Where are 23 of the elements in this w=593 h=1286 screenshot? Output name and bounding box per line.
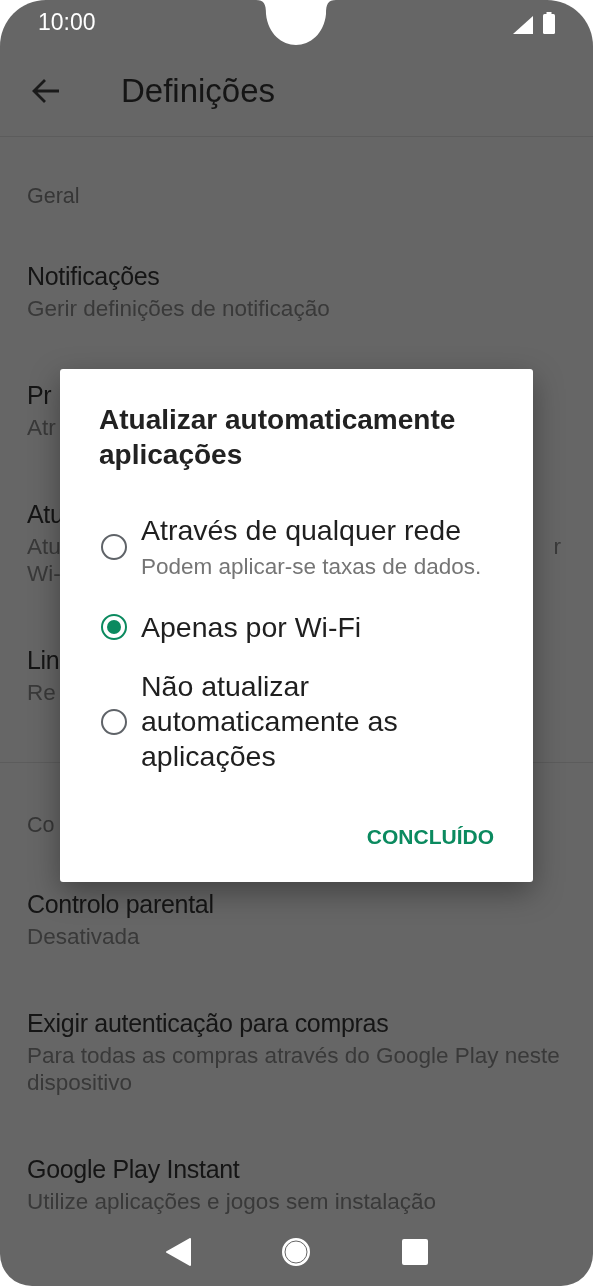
done-button[interactable]: CONCLUÍDO [366,817,494,857]
option-description: Podem aplicar-se taxas de dados. [141,554,482,580]
setting-title[interactable]: Controlo parental [27,888,214,920]
clock-time: 10:00 [38,9,96,36]
home-icon[interactable] [281,1237,312,1267]
radio-button[interactable] [101,614,127,640]
recents-icon[interactable] [401,1239,428,1265]
signal-icon [513,15,533,34]
setting-title[interactable]: Exigir autenticação para compras [27,1007,389,1039]
radio-button[interactable] [101,708,127,735]
option-label[interactable]: Apenas por Wi-Fi [141,610,362,644]
setting-title[interactable]: Notificações [27,260,160,292]
back-arrow-icon[interactable] [32,77,60,104]
option-label[interactable]: Através de qualquer rede [141,513,482,547]
battery-icon [543,11,555,34]
setting-title[interactable]: Google Play Instant [27,1153,240,1185]
option-label[interactable]: Não atualizar automaticamente as aplicações [141,669,494,774]
back-icon[interactable] [165,1238,192,1266]
page-title: Definições [121,71,276,110]
setting-title[interactable]: Lin [27,644,60,676]
dialog-title: Atualizar automaticamente aplicações [99,403,457,472]
setting-title[interactable]: Pr [27,379,52,411]
radio-button[interactable] [101,533,127,560]
